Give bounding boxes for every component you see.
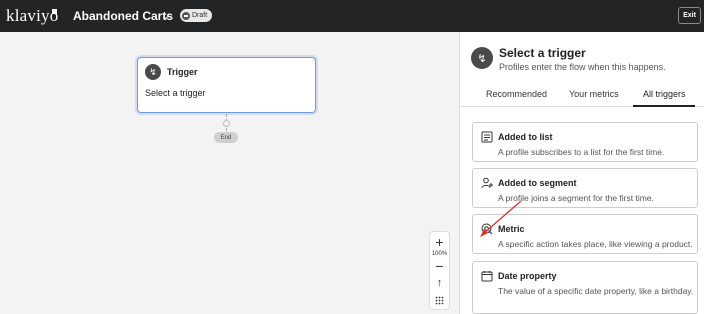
tab-all-triggers[interactable]: All triggers <box>643 89 686 99</box>
panel-title: Select a trigger <box>499 46 586 60</box>
trigger-node[interactable]: ↯ Trigger Select a trigger <box>137 57 316 113</box>
top-bar: klaviyo Abandoned Carts ⌄ Draft Exit <box>0 0 704 32</box>
trigger-option-metric[interactable]: Metric A specific action takes place, li… <box>472 214 698 254</box>
option-description: A profile joins a segment for the first … <box>498 193 654 203</box>
zoom-level: 100% <box>431 251 448 257</box>
chevron-down-icon[interactable]: ⌄ <box>161 9 170 22</box>
tab-recommended[interactable]: Recommended <box>486 89 547 99</box>
trigger-node-title: Trigger <box>167 67 198 77</box>
calendar-icon <box>481 271 493 282</box>
trigger-option-added-to-list[interactable]: Added to list A profile subscribes to a … <box>472 122 698 162</box>
zoom-out-button[interactable]: − <box>430 258 449 274</box>
flow-canvas[interactable]: ↯ Trigger Select a trigger End + 100% − … <box>0 32 459 314</box>
zoom-controls: + 100% − ↑ <box>429 231 450 310</box>
option-title: Metric <box>498 224 525 234</box>
lightning-icon: ↯ <box>145 64 161 80</box>
trigger-option-date-property[interactable]: Date property The value of a specific da… <box>472 261 698 314</box>
exit-button[interactable]: Exit <box>678 7 701 24</box>
end-node: End <box>214 132 238 143</box>
list-icon <box>481 131 493 143</box>
trigger-node-subtitle: Select a trigger <box>145 88 206 98</box>
metric-icon <box>481 223 493 235</box>
edit-icon <box>182 11 190 20</box>
connector-handle[interactable] <box>223 120 230 127</box>
active-tab-indicator <box>633 105 695 107</box>
zoom-in-button[interactable]: + <box>430 234 449 250</box>
status-badge-label: Draft <box>192 12 208 19</box>
trigger-panel: ↯ Select a trigger Profiles enter the fl… <box>459 32 704 314</box>
lightning-icon: ↯ <box>471 47 493 69</box>
option-title: Added to segment <box>498 178 577 188</box>
tab-your-metrics[interactable]: Your metrics <box>569 89 619 99</box>
status-badge: Draft <box>180 9 213 22</box>
option-description: A specific action takes place, like view… <box>498 239 693 249</box>
arrow-up-icon[interactable]: ↑ <box>430 277 449 289</box>
trigger-tabs: Recommended Your metrics All triggers <box>460 82 704 107</box>
user-add-icon <box>481 177 493 189</box>
panel-subtitle: Profiles enter the flow when this happen… <box>499 62 666 72</box>
option-description: A profile subscribes to a list for the f… <box>498 147 665 157</box>
option-description: The value of a specific date property, l… <box>498 286 694 296</box>
grid-icon[interactable] <box>435 296 444 305</box>
option-title: Added to list <box>498 132 553 142</box>
logo-flag-icon <box>52 9 57 14</box>
klaviyo-logo[interactable]: klaviyo <box>6 6 58 26</box>
trigger-option-added-to-segment[interactable]: Added to segment A profile joins a segme… <box>472 168 698 208</box>
option-title: Date property <box>498 271 557 281</box>
flow-title[interactable]: Abandoned Carts <box>73 9 173 23</box>
